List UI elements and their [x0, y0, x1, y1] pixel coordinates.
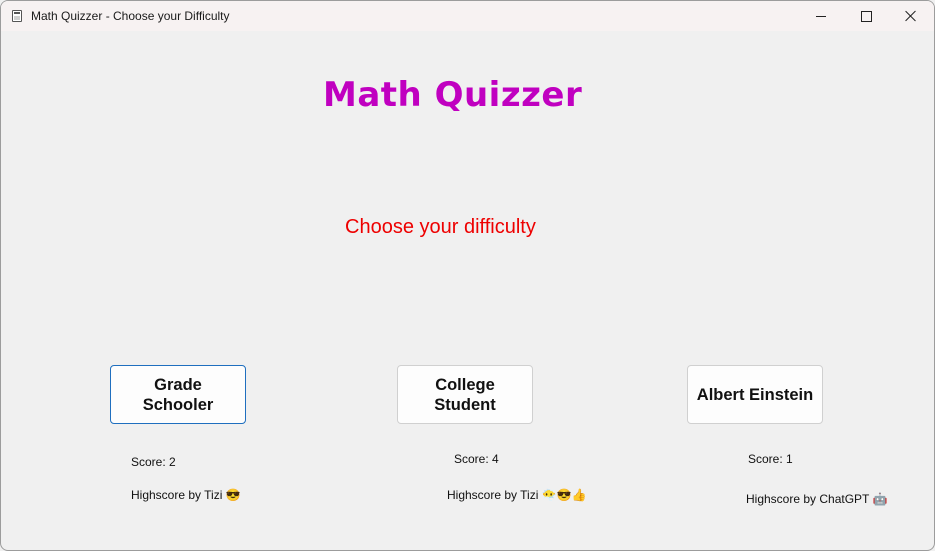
albert-einstein-highscore: Highscore by ChatGPT 🤖	[746, 492, 888, 506]
albert-einstein-score: Score: 1	[748, 452, 793, 466]
college-student-label: College Student	[434, 375, 496, 414]
albert-einstein-label: Albert Einstein	[696, 385, 814, 404]
college-student-button[interactable]: College Student	[397, 365, 533, 424]
minimize-button[interactable]	[798, 1, 844, 31]
grade-schooler-label: Grade Schooler	[142, 375, 214, 414]
calculator-icon	[12, 10, 22, 22]
app-title: Math Quizzer	[323, 75, 583, 115]
grade-schooler-highscore: Highscore by Tizi 😎	[131, 488, 241, 502]
close-button[interactable]	[888, 1, 934, 31]
title-bar[interactable]: Math Quizzer - Choose your Difficulty	[1, 1, 934, 31]
albert-einstein-button[interactable]: Albert Einstein	[687, 365, 823, 424]
college-student-highscore: Highscore by Tizi 😶‍🌫️😎👍	[447, 488, 587, 502]
close-icon	[905, 10, 917, 22]
maximize-icon	[860, 10, 872, 22]
difficulty-prompt: Choose your difficulty	[345, 216, 536, 238]
maximize-button[interactable]	[843, 1, 889, 31]
grade-schooler-score: Score: 2	[131, 455, 176, 469]
window-title: Math Quizzer - Choose your Difficulty	[31, 9, 230, 23]
minimize-icon	[816, 15, 826, 17]
grade-schooler-button[interactable]: Grade Schooler	[110, 365, 246, 424]
app-window: Math Quizzer - Choose your Difficulty Ma…	[0, 0, 935, 551]
college-student-score: Score: 4	[454, 452, 499, 466]
